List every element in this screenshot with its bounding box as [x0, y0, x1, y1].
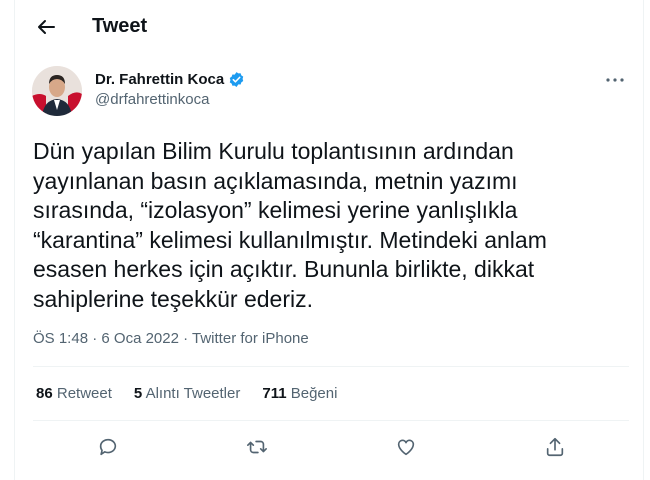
retweet-icon [246, 436, 268, 458]
meta-separator: · [178, 330, 193, 347]
tweet-meta: ÖS 1:48 · 6 Oca 2022 · Twitter for iPhon… [33, 330, 309, 347]
like-count: 711 [262, 385, 287, 402]
tweet-stats: 86 Retweet 5 Alıntı Tweetler 711 Beğeni [36, 385, 337, 402]
share-button[interactable] [538, 430, 572, 464]
avatar[interactable] [32, 66, 82, 116]
more-horizontal-icon [606, 78, 624, 82]
meta-separator: · [88, 330, 102, 347]
author-display-name[interactable]: Dr. Fahrettin Koca [95, 71, 224, 88]
verified-badge-icon [228, 71, 245, 88]
quote-count: 5 [133, 385, 143, 402]
divider [33, 366, 629, 367]
quote-count-link[interactable]: 5 Alıntı Tweetler [134, 385, 240, 402]
page-title: Tweet [92, 15, 148, 37]
arrow-left-icon [36, 17, 56, 37]
like-button[interactable] [389, 430, 423, 464]
reply-button[interactable] [91, 430, 125, 464]
tweet-date[interactable]: 6 Oca 2022 [101, 330, 179, 347]
share-icon [544, 436, 566, 458]
tweet-actions [33, 431, 629, 463]
reply-icon [97, 436, 119, 458]
author-name-row: Dr. Fahrettin Koca [95, 71, 245, 88]
like-icon [395, 436, 417, 458]
quote-label: Alıntı Tweetler [145, 385, 241, 402]
retweet-button[interactable] [240, 430, 274, 464]
tweet-source[interactable]: Twitter for iPhone [192, 330, 309, 347]
divider [33, 420, 629, 421]
retweet-label: Retweet [56, 385, 112, 402]
like-count-link[interactable]: 711 Beğeni [262, 385, 337, 402]
more-options-button[interactable] [603, 70, 627, 90]
author-handle[interactable]: @drfahrettinkoca [95, 91, 245, 108]
like-label: Beğeni [290, 385, 338, 402]
tweet-page: Tweet Dr. Fahrettin Koca @drfahrettinkoc… [14, 0, 644, 480]
retweet-count: 86 [36, 385, 53, 402]
retweet-count-link[interactable]: 86 Retweet [36, 385, 112, 402]
tweet-time[interactable]: ÖS 1:48 [33, 330, 88, 347]
header: Tweet [15, 0, 643, 54]
tweet-text: Dün yapılan Bilim Kurulu toplantısının a… [33, 138, 547, 312]
back-button[interactable] [29, 10, 63, 44]
author-info: Dr. Fahrettin Koca @drfahrettinkoca [95, 71, 245, 108]
